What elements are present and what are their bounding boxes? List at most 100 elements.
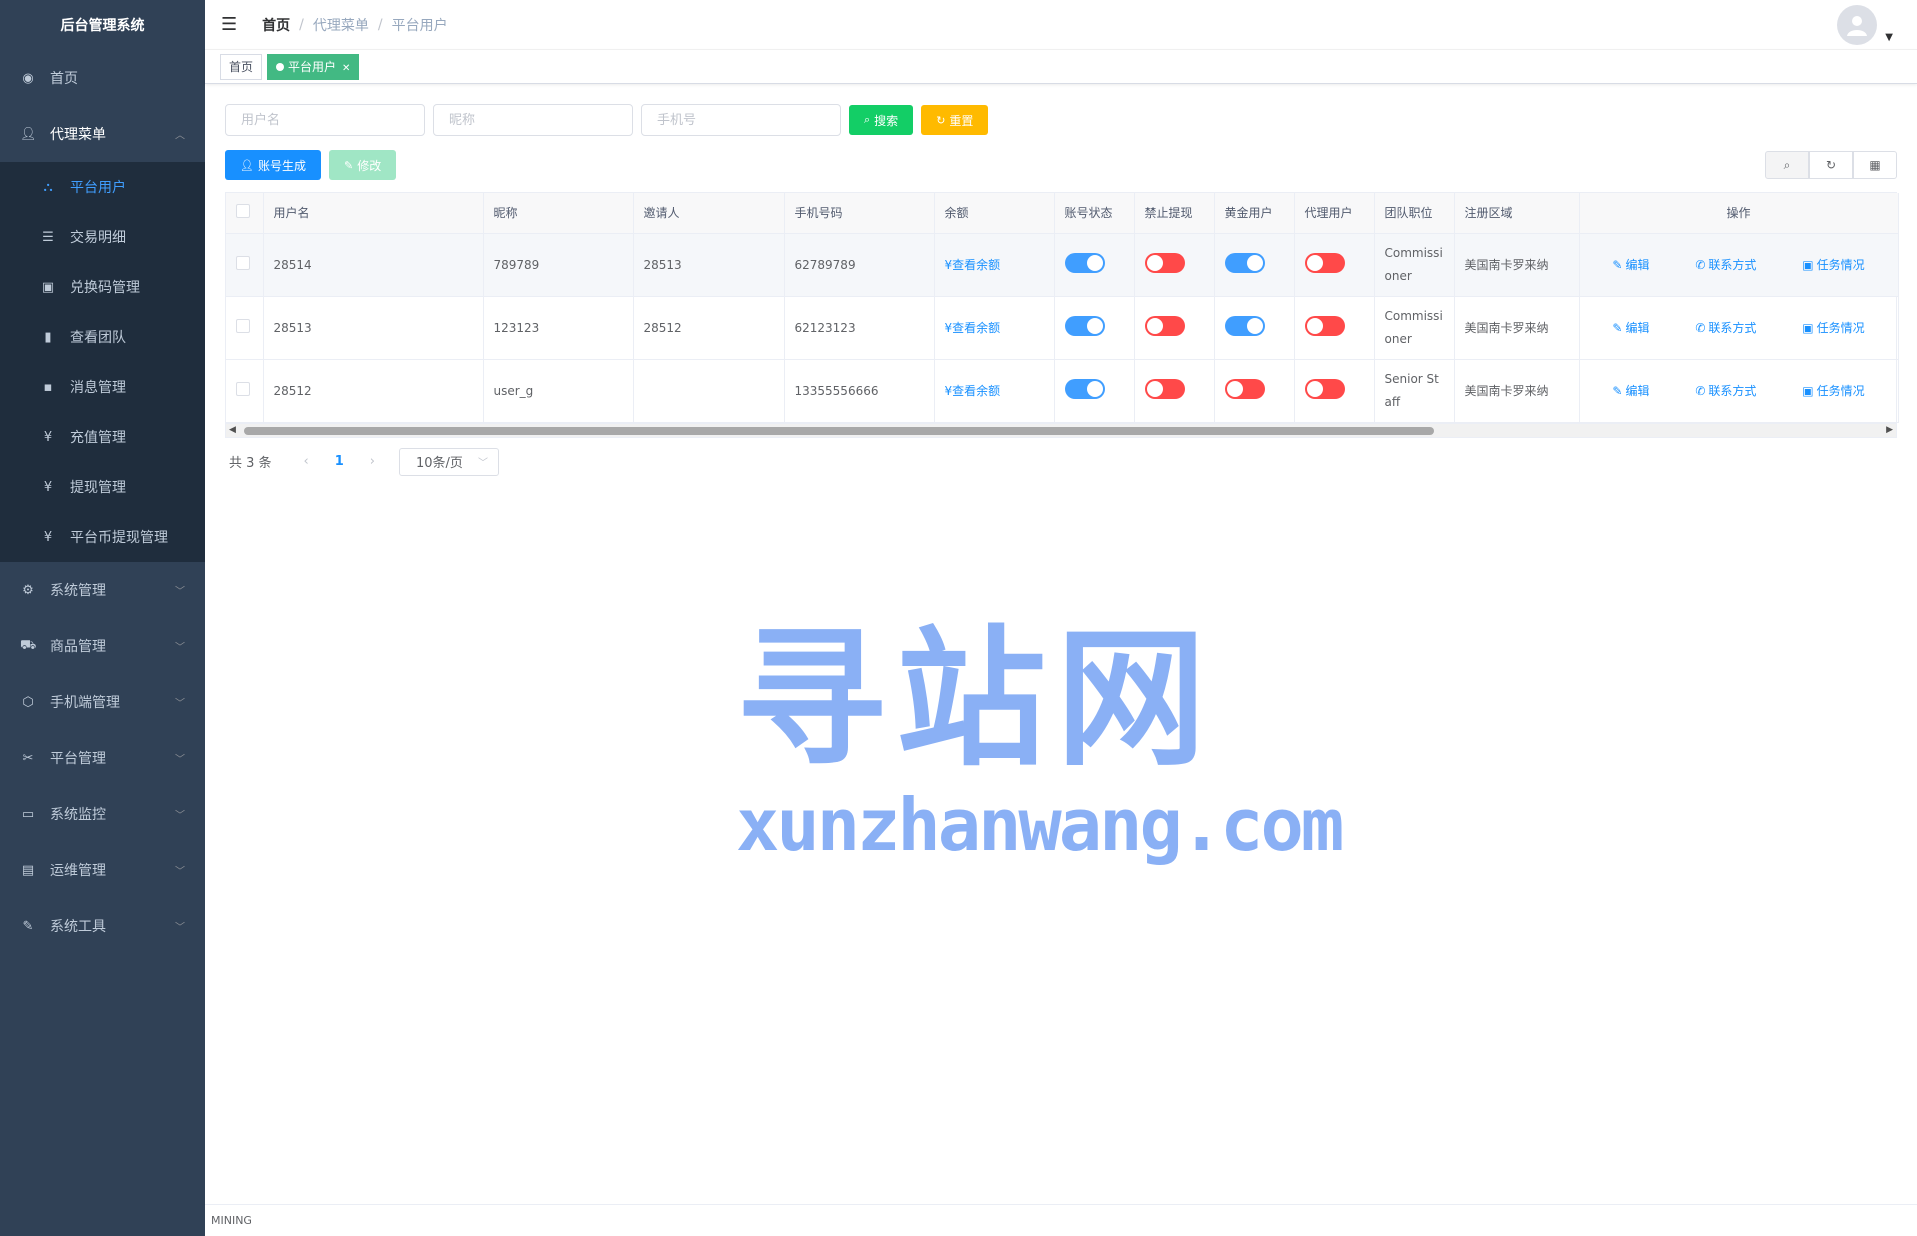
user-table: 用户名 昵称 邀请人 手机号码 余额 账号状态 禁止提现 黄金用户 代理用户 团…: [225, 192, 1899, 438]
sidebar-item-recharge[interactable]: ¥ 充值管理: [0, 412, 205, 462]
sidebar-item-monitor[interactable]: ▭ 系统监控 ﹀: [0, 786, 205, 842]
phone-icon: ✆: [1695, 258, 1706, 272]
scroll-right-icon[interactable]: ▶: [1886, 425, 1893, 435]
yen-icon: ¥: [43, 479, 53, 495]
edit-link[interactable]: ✎ 编辑: [1612, 319, 1649, 336]
position-cell: Commissioner: [1374, 233, 1455, 297]
phone-input[interactable]: [641, 104, 841, 136]
task-link[interactable]: ▣ 任务情况: [1802, 256, 1864, 273]
user-menu[interactable]: ▼: [1837, 5, 1893, 45]
breadcrumb-item[interactable]: 首页: [262, 15, 290, 35]
sidebar-item-label: 消息管理: [70, 380, 126, 396]
column-header: 手机号码: [784, 193, 935, 234]
no-withdraw-switch[interactable]: [1144, 316, 1185, 336]
sidebar-item-label: 平台管理: [50, 751, 106, 767]
agent-user-switch[interactable]: [1304, 253, 1345, 273]
sidebar-item-platform-users[interactable]: ⛬ 平台用户: [0, 162, 205, 212]
close-icon[interactable]: ✕: [342, 63, 350, 74]
contact-link[interactable]: ✆ 联系方式: [1695, 319, 1756, 336]
sidebar-item-home[interactable]: ◉ 首页: [0, 50, 205, 106]
tag-home[interactable]: 首页: [220, 53, 263, 80]
position-cell: Commissioner: [1374, 296, 1455, 360]
refresh-icon: ↻: [1825, 158, 1837, 172]
generate-account-button[interactable]: 👤︎ 账号生成: [225, 150, 321, 180]
breadcrumb-separator: /: [377, 16, 383, 33]
column-header: 邀请人: [633, 193, 785, 234]
hamburger-icon[interactable]: ☰: [221, 14, 237, 35]
sidebar-item-platform[interactable]: ✂ 平台管理 ﹀: [0, 730, 205, 786]
caret-down-icon[interactable]: ▼: [1885, 32, 1893, 43]
user-icon: 👤︎: [20, 126, 37, 142]
sidebar-item-products[interactable]: ⛟ 商品管理 ﹀: [0, 618, 205, 674]
sidebar-item-messages[interactable]: ▪ 消息管理: [0, 362, 205, 412]
inviter-cell: 28512: [633, 296, 785, 360]
agent-user-switch[interactable]: [1304, 316, 1345, 336]
scrollbar-thumb[interactable]: [244, 426, 1434, 435]
nickname-input[interactable]: [433, 104, 633, 136]
sidebar-item-team[interactable]: ▮ 查看团队: [0, 312, 205, 362]
no-withdraw-switch[interactable]: [1144, 379, 1185, 399]
tag-platform-users[interactable]: 平台用户 ✕: [267, 53, 360, 80]
sidebar-item-label: 查看团队: [70, 330, 126, 346]
account-status-switch[interactable]: [1064, 253, 1105, 273]
edit-link[interactable]: ✎ 编辑: [1612, 256, 1649, 273]
region-cell: 美国南卡罗来纳: [1454, 359, 1580, 423]
chevron-right-icon[interactable]: ›: [370, 454, 375, 469]
page-size-value: 10条/页: [416, 456, 463, 471]
account-status-switch[interactable]: [1064, 379, 1105, 399]
username-cell: 28513: [263, 296, 484, 360]
sidebar-item-agent-menu[interactable]: 👤︎ 代理菜单 ︿: [0, 106, 205, 162]
sidebar-item-tools[interactable]: ✎ 系统工具 ﹀: [0, 898, 205, 954]
link-label: 联系方式: [1708, 258, 1757, 272]
page-size-select[interactable]: 10条/页 ﹀: [399, 447, 499, 476]
edit-link[interactable]: ✎ 编辑: [1612, 382, 1649, 399]
ops-cell: ✎ 编辑 ✆ 联系方式 ▣ 任务情况: [1579, 233, 1899, 297]
scroll-left-icon[interactable]: ◀: [229, 425, 236, 435]
chevron-up-icon: ︿: [175, 130, 185, 142]
row-checkbox[interactable]: [236, 382, 250, 396]
search-icon: ⌕: [1783, 157, 1791, 172]
cube-icon: ⬡: [22, 694, 34, 710]
task-link[interactable]: ▣ 任务情况: [1802, 382, 1864, 399]
account-status-switch[interactable]: [1064, 316, 1105, 336]
sidebar-item-redeem-codes[interactable]: ▣ 兑换码管理: [0, 262, 205, 312]
contact-link[interactable]: ✆ 联系方式: [1695, 382, 1756, 399]
view-balance-link[interactable]: ¥查看余额: [945, 258, 1001, 272]
agent-user-switch[interactable]: [1304, 379, 1345, 399]
sidebar-item-transactions[interactable]: ☰ 交易明细: [0, 212, 205, 262]
sidebar-item-label: 手机端管理: [50, 695, 120, 711]
username-input[interactable]: [225, 104, 425, 136]
sidebar-item-withdraw[interactable]: ¥ 提现管理: [0, 462, 205, 512]
row-checkbox[interactable]: [236, 319, 250, 333]
columns-button[interactable]: ▦: [1853, 151, 1897, 179]
view-balance-link[interactable]: ¥查看余额: [945, 384, 1001, 398]
refresh-button[interactable]: ↻: [1809, 151, 1853, 179]
main-area: ☰ 首页 / 代理菜单 / 平台用户 ▼ 首页 平台用户 ✕ 用户名 昵称 手机…: [205, 0, 1917, 1236]
sidebar-item-ops[interactable]: ▤ 运维管理 ﹀: [0, 842, 205, 898]
sidebar-item-coin-withdraw[interactable]: ¥ 平台币提现管理: [0, 512, 205, 562]
task-link[interactable]: ▣ 任务情况: [1802, 319, 1864, 336]
reset-button[interactable]: ↻ 重置: [921, 105, 989, 135]
contact-link[interactable]: ✆ 联系方式: [1695, 256, 1756, 273]
link-label: 编辑: [1625, 321, 1650, 335]
avatar[interactable]: [1837, 5, 1878, 45]
gold-user-switch[interactable]: [1224, 253, 1265, 273]
toggle-search-button[interactable]: ⌕: [1765, 151, 1809, 179]
chevron-left-icon[interactable]: ‹: [304, 454, 309, 469]
view-balance-link[interactable]: ¥查看余额: [945, 321, 1001, 335]
gold-user-switch[interactable]: [1224, 316, 1265, 336]
gold-user-switch[interactable]: [1224, 379, 1265, 399]
user-icon: 👤︎: [240, 158, 254, 172]
search-button[interactable]: ⌕ 搜索: [849, 105, 914, 135]
sidebar-item-mobile[interactable]: ⬡ 手机端管理 ﹀: [0, 674, 205, 730]
phone-cell: 13355556666: [784, 359, 935, 423]
select-all-checkbox[interactable]: [236, 204, 250, 219]
horizontal-scrollbar[interactable]: ◀ ▶: [226, 422, 1896, 437]
clipboard-icon: ▣: [1802, 384, 1814, 398]
row-checkbox[interactable]: [236, 256, 250, 270]
switch-knob: [1246, 255, 1263, 271]
sidebar-item-system[interactable]: ⚙ 系统管理 ﹀: [0, 562, 205, 618]
edit-button[interactable]: ✎ 修改: [328, 150, 397, 180]
page-number[interactable]: 1: [335, 454, 344, 469]
no-withdraw-switch[interactable]: [1144, 253, 1185, 273]
